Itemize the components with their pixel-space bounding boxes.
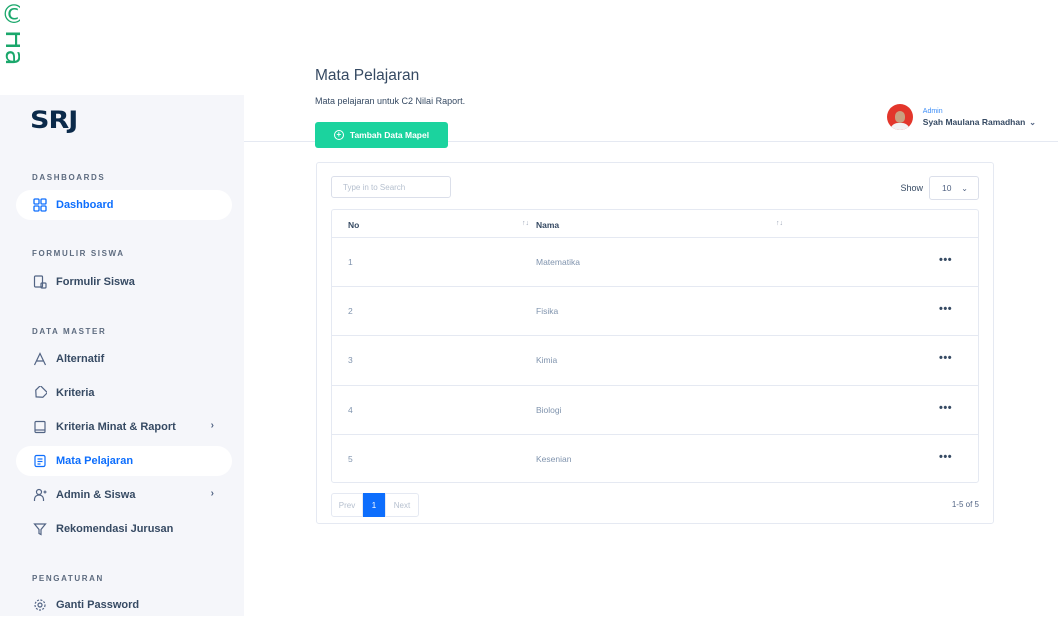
table-row: 5 Kesenian ••• xyxy=(332,435,978,484)
sidebar-item-dashboard[interactable]: Dashboard xyxy=(16,190,232,220)
sort-icon[interactable]: ↑↓ xyxy=(522,220,529,227)
book-icon xyxy=(33,420,47,434)
sidebar-item-label: Alternatif xyxy=(56,353,105,365)
chevron-right-icon: › xyxy=(210,420,214,431)
sidebar-item-label: Mata Pelajaran xyxy=(56,455,134,467)
pagination: Prev 1 Next xyxy=(331,493,419,517)
nav-heading-pengaturan: PENGATURAN xyxy=(32,574,104,583)
edge-watermark-text: ©Ha xyxy=(0,0,20,66)
sidebar-item-kriteria-minat-raport[interactable]: Kriteria Minat & Raport › xyxy=(16,412,232,442)
page-title: Mata Pelajaran xyxy=(315,67,420,84)
cell-nama: Fisika xyxy=(536,306,559,317)
letter-a-icon xyxy=(33,352,47,366)
grid-icon xyxy=(33,198,47,212)
page-subtitle: Mata pelajaran untuk C2 Nilai Raport. xyxy=(315,96,466,106)
more-options-icon[interactable]: ••• xyxy=(939,402,952,414)
tag-icon xyxy=(33,386,47,400)
avatar xyxy=(886,104,913,130)
sidebar-item-label: Formulir Siswa xyxy=(56,276,135,288)
page-size-value: 10 xyxy=(942,183,952,193)
sidebar-item-label: Kriteria xyxy=(56,387,95,399)
cell-nama: Kesenian xyxy=(536,453,572,464)
sidebar-item-label: Dashboard xyxy=(56,199,114,211)
user-name-text: Syah Maulana Ramadhan xyxy=(922,116,1026,127)
show-label: Show xyxy=(900,183,923,193)
more-options-icon[interactable]: ••• xyxy=(939,303,952,315)
sidebar-item-label: Ganti Password xyxy=(56,599,140,611)
form-icon xyxy=(33,275,47,289)
add-mapel-button[interactable]: + Tambah Data Mapel xyxy=(315,122,448,148)
sidebar-item-label: Kriteria Minat & Raport xyxy=(56,421,176,433)
cell-no: 1 xyxy=(348,257,353,267)
sidebar-item-rekomendasi-jurusan[interactable]: Rekomendasi Jurusan xyxy=(16,514,232,544)
chevron-right-icon: › xyxy=(210,488,214,499)
sidebar-item-kriteria[interactable]: Kriteria xyxy=(16,378,232,408)
cell-no: 2 xyxy=(348,306,353,317)
edge-watermark: ©Ha xyxy=(0,0,20,95)
cell-no: 4 xyxy=(348,404,353,415)
sidebar-item-admin-siswa[interactable]: Admin & Siswa › xyxy=(16,480,232,510)
table-row: 3 Kimia ••• xyxy=(332,336,978,386)
filter-icon xyxy=(33,522,47,536)
sidebar-item-label: Rekomendasi Jurusan xyxy=(56,523,174,535)
sidebar-item-mata-pelajaran[interactable]: Mata Pelajaran xyxy=(16,446,232,476)
users-add-icon xyxy=(33,488,47,502)
nav-heading-formulir-siswa: FORMULIR SISWA xyxy=(32,249,125,258)
sidebar-item-formulir-siswa[interactable]: Formulir Siswa xyxy=(16,267,232,297)
table-row: 1 Matematika ••• xyxy=(332,238,978,288)
user-menu[interactable]: Admin Syah Maulana Ramadhan ⌄ xyxy=(886,104,1036,130)
user-role: Admin xyxy=(922,107,943,115)
cell-no: 5 xyxy=(348,453,353,464)
chevron-down-icon: ⌄ xyxy=(961,183,968,193)
sidebar-item-alternatif[interactable]: Alternatif xyxy=(16,344,232,374)
column-header-nama[interactable]: Nama xyxy=(536,220,559,230)
sidebar: SRJ DASHBOARDS Dashboard FORMULIR SISWA … xyxy=(0,95,244,616)
search-input[interactable] xyxy=(331,176,451,198)
cell-no: 3 xyxy=(348,355,353,366)
cell-nama: Matematika xyxy=(536,257,580,267)
prev-page-button[interactable]: Prev xyxy=(331,493,363,517)
gear-icon xyxy=(33,598,47,612)
more-options-icon[interactable]: ••• xyxy=(939,451,952,463)
page-size-control: Show 10 ⌄ xyxy=(900,176,979,200)
mapel-table: No ↑↓ Nama ↑↓ 1 Matematika ••• 2 Fisika … xyxy=(331,209,979,483)
user-name: Syah Maulana Ramadhan ⌄ xyxy=(923,117,1036,127)
sidebar-item-label: Admin & Siswa xyxy=(56,489,136,501)
sort-icon[interactable]: ↑↓ xyxy=(776,220,783,227)
more-options-icon[interactable]: ••• xyxy=(939,352,952,364)
page-1-button[interactable]: 1 xyxy=(363,493,385,517)
notebook-icon xyxy=(33,454,47,468)
plus-circle-icon: + xyxy=(333,130,344,140)
nav-heading-data-master: DATA MASTER xyxy=(32,327,107,336)
cell-nama: Kimia xyxy=(536,355,558,366)
data-card: Show 10 ⌄ No ↑↓ Nama ↑↓ 1 Matematika •••… xyxy=(316,162,994,524)
column-header-no[interactable]: No xyxy=(348,220,359,230)
next-page-button[interactable]: Next xyxy=(385,493,419,517)
page-size-select[interactable]: 10 ⌄ xyxy=(929,176,979,200)
add-mapel-label: Tambah Data Mapel xyxy=(349,130,430,140)
cell-nama: Biologi xyxy=(536,404,562,415)
record-count: 1-5 of 5 xyxy=(951,500,979,509)
table-row: 2 Fisika ••• xyxy=(332,287,978,337)
chevron-down-icon: ⌄ xyxy=(1029,117,1036,127)
logo[interactable]: SRJ xyxy=(30,107,78,135)
table-header: No ↑↓ Nama ↑↓ xyxy=(332,210,978,238)
nav-heading-dashboards: DASHBOARDS xyxy=(32,173,106,182)
more-options-icon[interactable]: ••• xyxy=(939,254,952,266)
table-row: 4 Biologi ••• xyxy=(332,386,978,435)
